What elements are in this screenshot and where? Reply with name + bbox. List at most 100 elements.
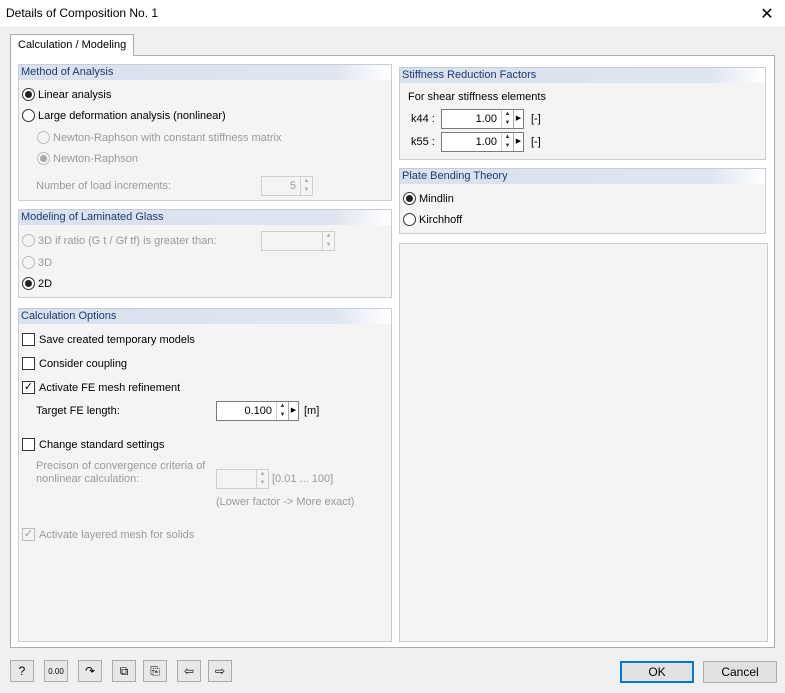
up-arrow-icon[interactable]: ▲ bbox=[257, 470, 268, 479]
radio-label: 3D if ratio (G t / Gf tf) is greater tha… bbox=[38, 234, 217, 247]
laminated-glass-group: Modeling of Laminated Glass 3D if ratio … bbox=[18, 209, 392, 298]
fe-length-label: Target FE length: bbox=[36, 405, 120, 417]
kirchhoff-option[interactable]: Kirchhoff bbox=[403, 213, 462, 226]
checkbox[interactable] bbox=[22, 357, 35, 370]
down-arrow-icon[interactable]: ▼ bbox=[277, 411, 288, 420]
radio-label: 2D bbox=[38, 277, 53, 290]
stepper-arrows[interactable]: ▲ ▼ bbox=[501, 133, 513, 151]
radio-selected[interactable] bbox=[22, 88, 35, 101]
redo-icon[interactable]: ↷ bbox=[78, 660, 102, 682]
checkbox[interactable] bbox=[22, 333, 35, 346]
empty-panel bbox=[399, 243, 768, 642]
k44-unit: [-] bbox=[531, 113, 541, 125]
newton-option[interactable]: Newton-Raphson bbox=[37, 152, 138, 165]
radio-label: 3D bbox=[38, 256, 53, 269]
layered-mesh-option[interactable]: ✓ Activate layered mesh for solids bbox=[22, 528, 194, 541]
plate-bending-group: Plate Bending Theory Mindlin Kirchhoff bbox=[399, 168, 766, 234]
units-icon[interactable]: 0.00 bbox=[44, 660, 68, 682]
radio-selected[interactable] bbox=[37, 152, 50, 165]
glass-2d-option[interactable]: 2D bbox=[22, 277, 52, 290]
expand-arrow-icon[interactable]: ▶ bbox=[288, 402, 298, 420]
copy-icon[interactable]: ⧉ bbox=[112, 660, 136, 682]
precision-range: [0.01 ... 100] bbox=[272, 473, 334, 485]
radio-label: Linear analysis bbox=[38, 88, 112, 101]
glass-3d-option[interactable]: 3D bbox=[22, 256, 52, 269]
export-icon[interactable]: ⇨ bbox=[208, 660, 232, 682]
window-title: Details of Composition No. 1 bbox=[6, 6, 159, 20]
radio-label: Newton-Raphson with constant stiffness m… bbox=[53, 131, 282, 144]
checkbox[interactable] bbox=[22, 438, 35, 451]
glass-3d-ratio-option[interactable]: 3D if ratio (G t / Gf tf) is greater tha… bbox=[22, 234, 217, 247]
ok-button[interactable]: OK bbox=[620, 661, 694, 683]
stepper-value[interactable]: 1.00 bbox=[442, 133, 501, 151]
stepper-value bbox=[262, 232, 322, 250]
radio-label: Newton-Raphson bbox=[53, 152, 138, 165]
radio-selected[interactable] bbox=[403, 192, 416, 205]
tab-calculation-modeling[interactable]: Calculation / Modeling bbox=[10, 34, 135, 56]
checkbox-label: Activate layered mesh for solids bbox=[39, 528, 195, 541]
linear-analysis-option[interactable]: Linear analysis bbox=[22, 88, 111, 101]
import-icon[interactable]: ⇦ bbox=[177, 660, 201, 682]
paste-icon[interactable]: ⎘ bbox=[143, 660, 167, 682]
radio[interactable] bbox=[22, 109, 35, 122]
checkbox-label: Save created temporary models bbox=[39, 333, 195, 346]
precision-label-line2: nonlinear calculation: bbox=[36, 473, 140, 485]
save-temp-models-option[interactable]: Save created temporary models bbox=[22, 333, 195, 346]
large-deformation-option[interactable]: Large deformation analysis (nonlinear) bbox=[22, 109, 226, 122]
stepper-arrows[interactable]: ▲ ▼ bbox=[322, 232, 334, 250]
radio-label: Mindlin bbox=[419, 192, 454, 205]
stepper-value[interactable]: 1.00 bbox=[442, 110, 501, 128]
checkbox-label: Change standard settings bbox=[39, 438, 165, 451]
down-arrow-icon[interactable]: ▼ bbox=[323, 241, 334, 250]
up-arrow-icon[interactable]: ▲ bbox=[502, 133, 513, 142]
radio[interactable] bbox=[37, 131, 50, 144]
group-header: Modeling of Laminated Glass bbox=[19, 210, 391, 225]
k55-unit: [-] bbox=[531, 136, 541, 148]
expand-arrow-icon[interactable]: ▶ bbox=[513, 133, 523, 151]
calculation-options-group: Calculation Options Save created tempora… bbox=[18, 308, 392, 642]
stepper-arrows[interactable]: ▲ ▼ bbox=[501, 110, 513, 128]
stepper-value[interactable]: 0.100 bbox=[217, 402, 276, 420]
fe-length-stepper[interactable]: 0.100 ▲ ▼ ▶ bbox=[216, 401, 299, 421]
k55-stepper[interactable]: 1.00 ▲ ▼ ▶ bbox=[441, 132, 524, 152]
radio[interactable] bbox=[22, 256, 35, 269]
k44-label: k44 : bbox=[411, 113, 435, 125]
k44-stepper[interactable]: 1.00 ▲ ▼ ▶ bbox=[441, 109, 524, 129]
down-arrow-icon[interactable]: ▼ bbox=[502, 119, 513, 128]
stepper-arrows[interactable]: ▲ ▼ bbox=[276, 402, 288, 420]
checkbox-label: Activate FE mesh refinement bbox=[39, 381, 181, 394]
precision-hint: (Lower factor -> More exact) bbox=[216, 496, 355, 508]
down-arrow-icon[interactable]: ▼ bbox=[502, 142, 513, 151]
fe-length-unit: [m] bbox=[304, 405, 320, 417]
down-arrow-icon[interactable]: ▼ bbox=[257, 479, 268, 488]
stepper-arrows[interactable]: ▲ ▼ bbox=[300, 177, 312, 195]
expand-arrow-icon[interactable]: ▶ bbox=[513, 110, 523, 128]
close-icon[interactable]: ✕ bbox=[749, 0, 785, 28]
precision-stepper[interactable]: ▲ ▼ bbox=[216, 469, 269, 489]
radio[interactable] bbox=[403, 213, 416, 226]
newton-constant-option[interactable]: Newton-Raphson with constant stiffness m… bbox=[37, 131, 281, 144]
checkbox-checked[interactable]: ✓ bbox=[22, 381, 35, 394]
mindlin-option[interactable]: Mindlin bbox=[403, 192, 454, 205]
help-icon[interactable]: ? bbox=[10, 660, 34, 682]
radio-selected[interactable] bbox=[22, 277, 35, 290]
down-arrow-icon[interactable]: ▼ bbox=[301, 186, 312, 195]
group-header: Method of Analysis bbox=[19, 65, 391, 80]
checkbox-checked[interactable]: ✓ bbox=[22, 528, 35, 541]
title-bar: Details of Composition No. 1 ✕ bbox=[0, 0, 785, 28]
radio-label: Large deformation analysis (nonlinear) bbox=[38, 109, 226, 122]
up-arrow-icon[interactable]: ▲ bbox=[277, 402, 288, 411]
fe-mesh-refinement-option[interactable]: ✓ Activate FE mesh refinement bbox=[22, 381, 180, 394]
load-increments-stepper[interactable]: 5 ▲ ▼ bbox=[261, 176, 313, 196]
consider-coupling-option[interactable]: Consider coupling bbox=[22, 357, 127, 370]
k55-label: k55 : bbox=[411, 136, 435, 148]
load-increments-label: Number of load increments: bbox=[36, 180, 172, 192]
up-arrow-icon[interactable]: ▲ bbox=[502, 110, 513, 119]
up-arrow-icon[interactable]: ▲ bbox=[301, 177, 312, 186]
glass-ratio-stepper[interactable]: ▲ ▼ bbox=[261, 231, 335, 251]
cancel-button[interactable]: Cancel bbox=[703, 661, 777, 683]
stepper-arrows[interactable]: ▲ ▼ bbox=[256, 470, 268, 488]
up-arrow-icon[interactable]: ▲ bbox=[323, 232, 334, 241]
radio[interactable] bbox=[22, 234, 35, 247]
change-standard-settings-option[interactable]: Change standard settings bbox=[22, 438, 164, 451]
